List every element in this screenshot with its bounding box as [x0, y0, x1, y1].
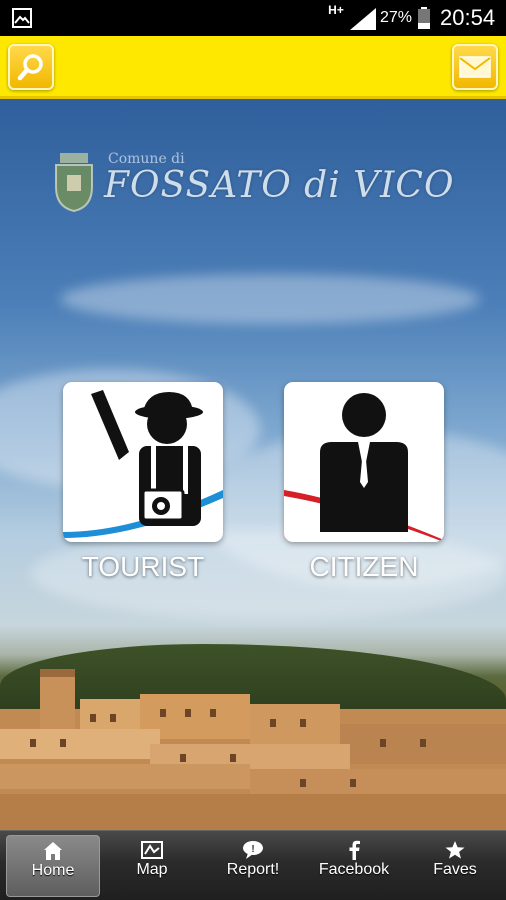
tab-report[interactable]: ! Report! [206, 835, 300, 897]
mail-icon [459, 56, 491, 78]
facebook-icon [307, 840, 401, 860]
home-icon [7, 841, 99, 861]
status-bar: H+ 27% 20:54 [0, 0, 506, 36]
logo-title: FOSSATO di VICO [104, 165, 455, 206]
tab-faves-label: Faves [433, 861, 477, 878]
mail-button[interactable] [452, 44, 498, 90]
cloud [60, 274, 480, 324]
bottom-tab-bar: Home Map ! Report! Facebook Faves [0, 830, 506, 900]
network-type: H+ [328, 3, 344, 17]
tourist-icon [63, 390, 223, 542]
citizen-label[interactable]: CITIZEN [264, 551, 464, 583]
app-header [0, 36, 506, 99]
citizen-button[interactable] [284, 382, 444, 542]
tab-home[interactable]: Home [6, 835, 100, 897]
tab-map-label: Map [136, 861, 168, 878]
svg-text:!: ! [251, 844, 254, 855]
battery-percent: 27% [380, 9, 413, 26]
tab-home-label: Home [31, 862, 75, 879]
tab-faves[interactable]: Faves [408, 835, 502, 897]
signal-icon [350, 8, 376, 30]
search-icon [17, 54, 43, 81]
home-screen: Comune di FOSSATO di VICO TOURIST CITIZE… [0, 99, 506, 830]
tab-report-label: Report! [226, 861, 280, 878]
star-icon [408, 840, 502, 860]
tab-facebook[interactable]: Facebook [307, 835, 401, 897]
map-icon [105, 840, 199, 860]
search-button[interactable] [8, 44, 54, 90]
town-image [0, 669, 506, 830]
clock: 20:54 [440, 5, 496, 30]
comune-logo: Comune di FOSSATO di VICO [52, 147, 462, 219]
crest-icon [55, 153, 93, 213]
tourist-button[interactable] [63, 382, 223, 542]
report-icon: ! [206, 840, 300, 860]
citizen-icon [284, 393, 444, 542]
tourist-label[interactable]: TOURIST [43, 551, 243, 583]
gallery-notification-icon [12, 8, 32, 28]
tab-facebook-label: Facebook [318, 861, 390, 878]
battery-icon [418, 7, 430, 29]
tab-map[interactable]: Map [105, 835, 199, 897]
